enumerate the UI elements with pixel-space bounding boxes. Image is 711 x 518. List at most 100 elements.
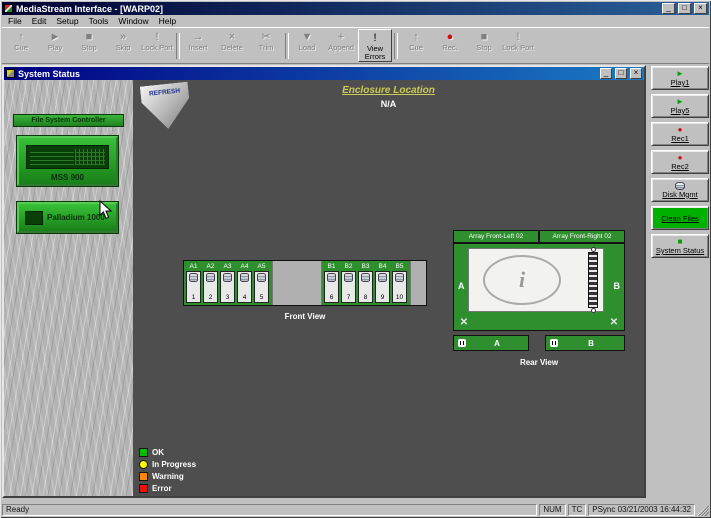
sidebar-button-rec1[interactable]: ● Rec1 bbox=[651, 122, 709, 146]
lock-icon: ! bbox=[516, 31, 520, 43]
drive-slot-a5[interactable]: A5 5 bbox=[254, 263, 269, 305]
connector-dot bbox=[591, 308, 596, 313]
toolbar-button-cue[interactable]: ↑ Cue bbox=[4, 29, 38, 62]
child-close-button[interactable]: × bbox=[630, 68, 642, 79]
drive-slot-a3[interactable]: A3 3 bbox=[220, 263, 235, 305]
file-system-controller-button[interactable]: File System Controller bbox=[13, 114, 124, 127]
slot-box: 1 bbox=[186, 271, 201, 303]
mss-900-device[interactable]: MSS 900 bbox=[17, 136, 118, 186]
in-progress-swatch bbox=[139, 459, 148, 469]
toolbar-button-label: Stop bbox=[476, 43, 492, 52]
error-icon: ! bbox=[373, 32, 377, 44]
sidebar-button-label: System Status bbox=[655, 246, 705, 255]
toolbar: ↑ Cue ► Play ■ Stop » Skip ! Lock Port →… bbox=[2, 27, 709, 64]
enclosure-location-value: N/A bbox=[380, 99, 397, 109]
rear-array-header-left[interactable]: Array Front-Left 02 bbox=[453, 230, 539, 243]
toolbar-button-label: Load bbox=[298, 43, 316, 52]
toolbar-button-label: Insert bbox=[188, 43, 208, 52]
status-num-lock: NUM bbox=[539, 504, 566, 516]
menu-item-edit[interactable]: Edit bbox=[27, 15, 52, 27]
drive-slot-b4[interactable]: B4 9 bbox=[375, 263, 390, 305]
sidebar-button-disk-mgmt[interactable]: Disk Mgmt bbox=[651, 178, 709, 202]
close-button[interactable]: × bbox=[694, 3, 707, 14]
toolbar-button-lock-port-2[interactable]: ! Lock Port bbox=[501, 29, 535, 62]
sidebar-button-play5[interactable]: ► Play5 bbox=[651, 94, 709, 118]
power-bar-b-label: B bbox=[588, 338, 594, 348]
sidebar-button-label: Disk Mgmt bbox=[662, 189, 698, 199]
toolbar-button-rec[interactable]: ● Rec. bbox=[433, 29, 467, 62]
toolbar-button-stop-2[interactable]: ■ Stop bbox=[467, 29, 501, 62]
status-ready: Ready bbox=[2, 504, 538, 516]
fan-icon-right: ✕ bbox=[609, 317, 619, 328]
child-titlebar[interactable]: System Status _ □ × bbox=[4, 67, 644, 80]
toolbar-button-play[interactable]: ► Play bbox=[38, 29, 72, 62]
toolbar-button-label: Rec. bbox=[442, 43, 458, 52]
slot-box: 8 bbox=[358, 271, 373, 303]
slot-box: 5 bbox=[254, 271, 269, 303]
sidebar-button-label: Play1 bbox=[670, 78, 690, 87]
sidebar-button-play1[interactable]: ► Play1 bbox=[651, 66, 709, 90]
palladium-front-image bbox=[25, 210, 43, 225]
resize-grip[interactable] bbox=[697, 504, 709, 516]
power-bar-a[interactable]: A bbox=[453, 335, 529, 351]
drive-slot-b5[interactable]: B5 10 bbox=[392, 263, 407, 305]
sidebar-button-system-status[interactable]: ■ System Status bbox=[651, 234, 709, 258]
toolbar-button-trim[interactable]: ✂ Trim bbox=[249, 29, 283, 62]
toolbar-button-skip[interactable]: » Skip bbox=[106, 29, 140, 62]
toolbar-button-delete[interactable]: × Delete bbox=[215, 29, 249, 62]
slot-number: 1 bbox=[191, 294, 196, 301]
menu-item-setup[interactable]: Setup bbox=[51, 15, 83, 27]
play-icon: ► bbox=[49, 31, 61, 43]
sidebar-button-label: Rec2 bbox=[671, 162, 689, 171]
child-minimize-button[interactable]: _ bbox=[600, 68, 612, 79]
menu-item-file[interactable]: File bbox=[3, 15, 27, 27]
toolbar-button-stop[interactable]: ■ Stop bbox=[72, 29, 106, 62]
toolbar-button-load[interactable]: ▼ Load bbox=[290, 29, 324, 62]
toolbar-button-append[interactable]: + Append bbox=[324, 29, 358, 62]
menu-item-tools[interactable]: Tools bbox=[84, 15, 114, 27]
drive-slot-a2[interactable]: A2 2 bbox=[203, 263, 218, 305]
play-icon: ► bbox=[676, 69, 684, 78]
mouse-cursor bbox=[99, 200, 113, 220]
legend-label: OK bbox=[152, 447, 164, 457]
sidebar-button-label: Rec1 bbox=[671, 134, 689, 143]
stop-icon: ■ bbox=[85, 31, 93, 43]
drive-slot-b3[interactable]: B3 8 bbox=[358, 263, 373, 305]
rear-array-header-right[interactable]: Array Front-Right 02 bbox=[539, 230, 625, 243]
slot-label: A1 bbox=[189, 263, 198, 270]
disk-icon bbox=[240, 273, 249, 282]
toolbar-button-cue-2[interactable]: ↑ Cue bbox=[399, 29, 433, 62]
slot-box: 10 bbox=[392, 271, 407, 303]
toolbar-button-lock-port[interactable]: ! Lock Port bbox=[140, 29, 174, 62]
workspace: System Status _ □ × File System Controll… bbox=[2, 64, 709, 502]
slot-number: 7 bbox=[346, 294, 351, 301]
toolbar-button-view-errors[interactable]: ! View Errors bbox=[358, 29, 392, 62]
menu-item-window[interactable]: Window bbox=[113, 15, 153, 27]
power-bar-b[interactable]: B bbox=[545, 335, 625, 351]
drive-slot-a4[interactable]: A4 4 bbox=[237, 263, 252, 305]
toolbar-button-label: Lock Port bbox=[502, 43, 534, 52]
disk-icon bbox=[361, 273, 370, 282]
system-status-window: System Status _ □ × File System Controll… bbox=[2, 65, 646, 498]
status-sync-datetime: PSync 03/21/2003 16:44:32 bbox=[588, 504, 695, 516]
drive-slot-a1[interactable]: A1 1 bbox=[186, 263, 201, 305]
toolbar-button-label: Delete bbox=[221, 43, 243, 52]
disk-icon bbox=[327, 273, 336, 282]
maximize-button[interactable]: □ bbox=[678, 3, 691, 14]
toolbar-separator bbox=[174, 31, 181, 61]
status-tc: TC bbox=[567, 504, 587, 516]
toolbar-button-label: Lock Port bbox=[141, 43, 173, 52]
toolbar-button-insert[interactable]: → Insert bbox=[181, 29, 215, 62]
sidebar-button-label: Clean Files bbox=[661, 213, 699, 223]
child-maximize-button[interactable]: □ bbox=[615, 68, 627, 79]
minimize-button[interactable]: _ bbox=[662, 3, 675, 14]
sidebar-button-clean-files[interactable]: Clean Files bbox=[651, 206, 709, 230]
front-array-bank-a: A1 1 A2 2 A3 3 A4 4 A5 5 bbox=[184, 261, 272, 305]
legend-ok: OK bbox=[139, 446, 196, 458]
drive-slot-b2[interactable]: B2 7 bbox=[341, 263, 356, 305]
sidebar-button-rec2[interactable]: ● Rec2 bbox=[651, 150, 709, 174]
menu-item-help[interactable]: Help bbox=[154, 15, 181, 27]
status-legend: OK In Progress Warning Error bbox=[139, 446, 196, 494]
rear-panel: i bbox=[468, 247, 604, 313]
drive-slot-b1[interactable]: B1 6 bbox=[324, 263, 339, 305]
